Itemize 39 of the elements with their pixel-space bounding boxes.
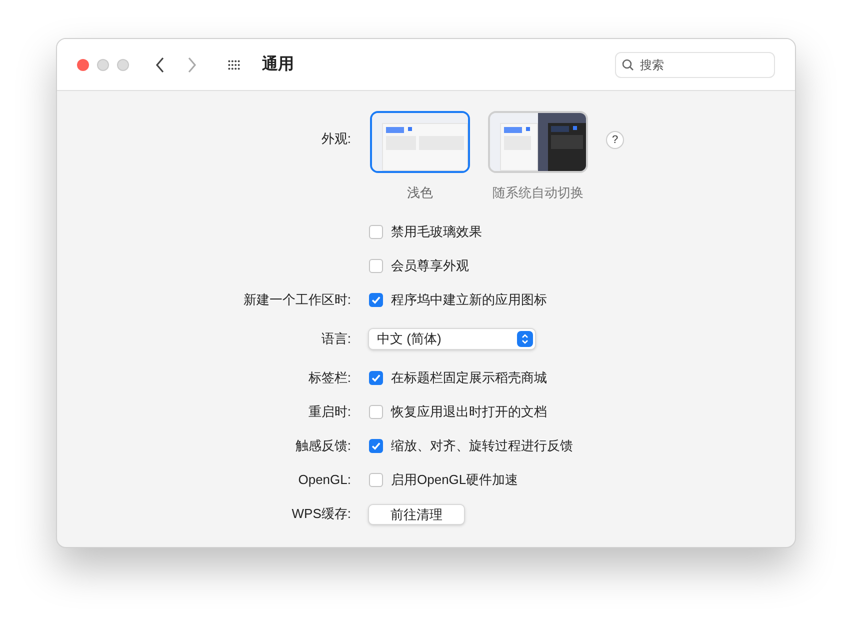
light-theme-thumbnail[interactable] xyxy=(370,111,470,173)
checkbox-label: 在标题栏固定展示稻壳商城 xyxy=(391,369,547,388)
chevron-icon xyxy=(517,331,533,347)
theme-caption: 浅色 xyxy=(407,184,433,202)
checkbox-label: 恢复应用退出时打开的文档 xyxy=(391,403,547,422)
back-icon[interactable] xyxy=(155,56,165,72)
search-field[interactable]: 搜索 xyxy=(615,52,775,78)
close-button[interactable] xyxy=(77,58,89,70)
language-dropdown[interactable]: 中文 (简体) xyxy=(368,328,536,350)
checkbox-label: 程序坞中建立新的应用图标 xyxy=(391,291,547,310)
checkbox[interactable] xyxy=(369,405,383,419)
window-title: 通用 xyxy=(262,54,294,74)
setting-label: 外观: xyxy=(321,130,351,148)
minimize-button[interactable] xyxy=(97,58,109,70)
zoom-button[interactable] xyxy=(117,58,129,70)
clear-cache-button[interactable]: 前往清理 xyxy=(368,504,465,524)
checkbox[interactable] xyxy=(369,225,383,239)
setting-label: WPS缓存: xyxy=(292,505,351,524)
setting-label: 标签栏: xyxy=(308,369,351,388)
checkbox[interactable] xyxy=(369,259,383,273)
checkbox-label: 启用OpenGL硬件加速 xyxy=(391,471,518,490)
checkbox-label: 禁用毛玻璃效果 xyxy=(391,223,482,242)
help-button[interactable]: ? xyxy=(606,131,624,149)
search-icon xyxy=(622,58,634,70)
grid-icon[interactable] xyxy=(228,60,242,70)
setting-label: 新建一个工作区时: xyxy=(243,291,351,310)
setting-label: 语言: xyxy=(321,330,351,348)
theme-caption: 随系统自动切换 xyxy=(492,184,584,202)
checkbox-label: 会员尊享外观 xyxy=(391,257,469,276)
auto-theme-thumbnail[interactable] xyxy=(488,111,588,173)
checkbox[interactable] xyxy=(369,371,383,385)
checkbox[interactable] xyxy=(369,439,383,453)
setting-label: 重启时: xyxy=(308,403,351,422)
setting-label: OpenGL: xyxy=(298,471,351,490)
checkbox[interactable] xyxy=(369,473,383,487)
checkbox-label: 缩放、对齐、旋转过程进行反馈 xyxy=(391,437,573,456)
forward-icon[interactable] xyxy=(187,56,197,72)
checkbox[interactable] xyxy=(369,293,383,307)
setting-label: 触感反馈: xyxy=(295,437,351,456)
